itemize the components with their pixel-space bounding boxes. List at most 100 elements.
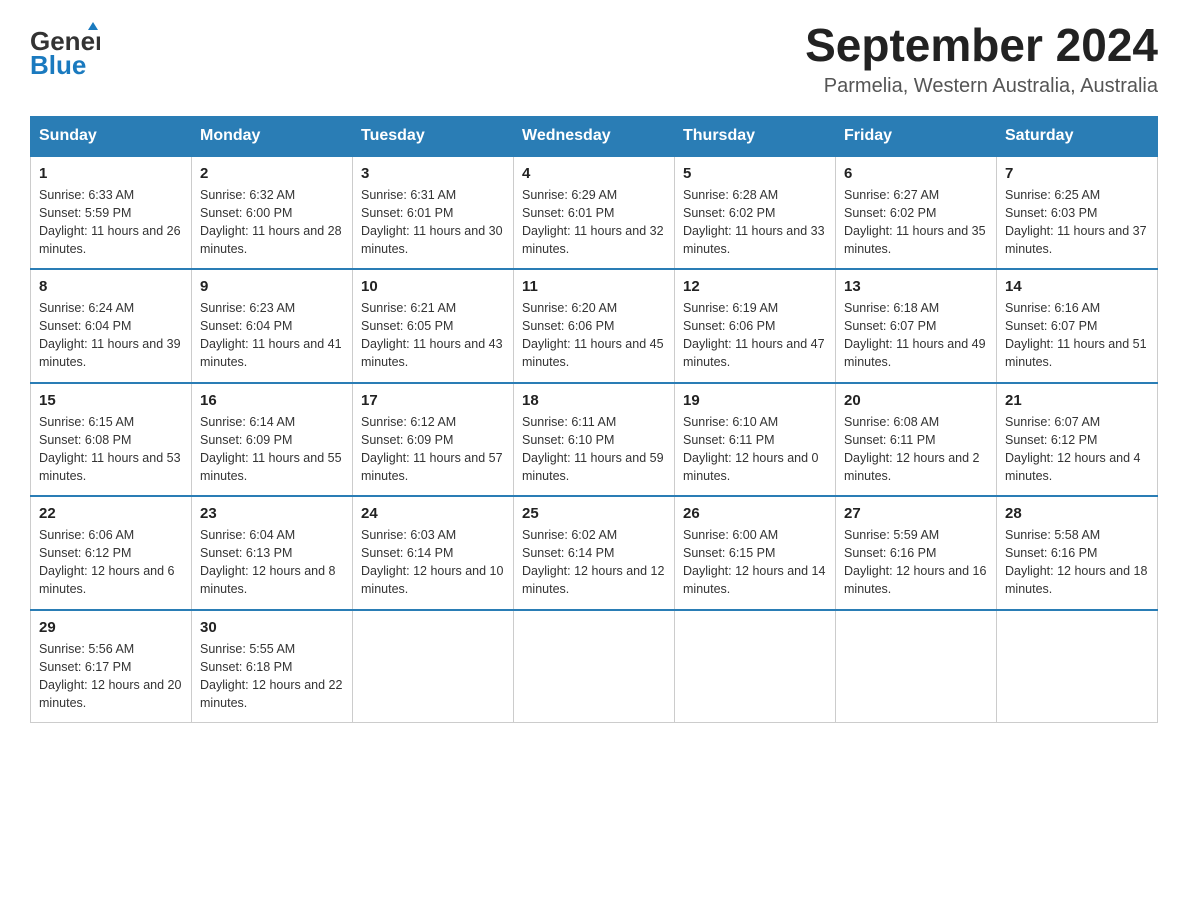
table-cell: 21 Sunrise: 6:07 AMSunset: 6:12 PMDaylig… bbox=[997, 383, 1158, 497]
table-cell: 3 Sunrise: 6:31 AMSunset: 6:01 PMDayligh… bbox=[353, 156, 514, 270]
table-cell: 1 Sunrise: 6:33 AMSunset: 5:59 PMDayligh… bbox=[31, 156, 192, 270]
table-cell: 24 Sunrise: 6:03 AMSunset: 6:14 PMDaylig… bbox=[353, 496, 514, 610]
table-cell: 2 Sunrise: 6:32 AMSunset: 6:00 PMDayligh… bbox=[192, 156, 353, 270]
day-info: Sunrise: 5:56 AMSunset: 6:17 PMDaylight:… bbox=[39, 640, 183, 713]
day-info: Sunrise: 6:31 AMSunset: 6:01 PMDaylight:… bbox=[361, 186, 505, 259]
table-cell bbox=[997, 610, 1158, 723]
table-cell: 10 Sunrise: 6:21 AMSunset: 6:05 PMDaylig… bbox=[353, 269, 514, 383]
day-number: 28 bbox=[1005, 505, 1149, 522]
table-cell: 29 Sunrise: 5:56 AMSunset: 6:17 PMDaylig… bbox=[31, 610, 192, 723]
day-info: Sunrise: 6:00 AMSunset: 6:15 PMDaylight:… bbox=[683, 526, 827, 599]
day-number: 14 bbox=[1005, 278, 1149, 295]
day-info: Sunrise: 6:08 AMSunset: 6:11 PMDaylight:… bbox=[844, 413, 988, 486]
day-info: Sunrise: 6:28 AMSunset: 6:02 PMDaylight:… bbox=[683, 186, 827, 259]
day-number: 3 bbox=[361, 165, 505, 182]
table-cell: 27 Sunrise: 5:59 AMSunset: 6:16 PMDaylig… bbox=[836, 496, 997, 610]
calendar-table: Sunday Monday Tuesday Wednesday Thursday… bbox=[30, 116, 1158, 724]
table-cell bbox=[836, 610, 997, 723]
table-cell: 28 Sunrise: 5:58 AMSunset: 6:16 PMDaylig… bbox=[997, 496, 1158, 610]
day-number: 20 bbox=[844, 392, 988, 409]
day-number: 8 bbox=[39, 278, 183, 295]
day-number: 18 bbox=[522, 392, 666, 409]
day-info: Sunrise: 6:27 AMSunset: 6:02 PMDaylight:… bbox=[844, 186, 988, 259]
day-number: 17 bbox=[361, 392, 505, 409]
day-info: Sunrise: 6:20 AMSunset: 6:06 PMDaylight:… bbox=[522, 299, 666, 372]
calendar-title: September 2024 bbox=[805, 20, 1158, 71]
day-info: Sunrise: 6:12 AMSunset: 6:09 PMDaylight:… bbox=[361, 413, 505, 486]
table-cell: 20 Sunrise: 6:08 AMSunset: 6:11 PMDaylig… bbox=[836, 383, 997, 497]
day-number: 16 bbox=[200, 392, 344, 409]
col-sunday: Sunday bbox=[31, 116, 192, 156]
week-row-1: 1 Sunrise: 6:33 AMSunset: 5:59 PMDayligh… bbox=[31, 156, 1158, 270]
table-cell bbox=[353, 610, 514, 723]
table-cell: 12 Sunrise: 6:19 AMSunset: 6:06 PMDaylig… bbox=[675, 269, 836, 383]
svg-text:Blue: Blue bbox=[30, 50, 86, 80]
table-cell: 25 Sunrise: 6:02 AMSunset: 6:14 PMDaylig… bbox=[514, 496, 675, 610]
table-cell: 16 Sunrise: 6:14 AMSunset: 6:09 PMDaylig… bbox=[192, 383, 353, 497]
day-number: 15 bbox=[39, 392, 183, 409]
col-tuesday: Tuesday bbox=[353, 116, 514, 156]
day-number: 30 bbox=[200, 619, 344, 636]
day-number: 1 bbox=[39, 165, 183, 182]
day-number: 4 bbox=[522, 165, 666, 182]
col-monday: Monday bbox=[192, 116, 353, 156]
day-info: Sunrise: 5:59 AMSunset: 6:16 PMDaylight:… bbox=[844, 526, 988, 599]
table-cell: 8 Sunrise: 6:24 AMSunset: 6:04 PMDayligh… bbox=[31, 269, 192, 383]
day-number: 26 bbox=[683, 505, 827, 522]
table-cell: 6 Sunrise: 6:27 AMSunset: 6:02 PMDayligh… bbox=[836, 156, 997, 270]
table-cell: 22 Sunrise: 6:06 AMSunset: 6:12 PMDaylig… bbox=[31, 496, 192, 610]
logo: General Blue bbox=[30, 20, 100, 80]
day-info: Sunrise: 6:25 AMSunset: 6:03 PMDaylight:… bbox=[1005, 186, 1149, 259]
day-info: Sunrise: 6:24 AMSunset: 6:04 PMDaylight:… bbox=[39, 299, 183, 372]
day-info: Sunrise: 6:16 AMSunset: 6:07 PMDaylight:… bbox=[1005, 299, 1149, 372]
day-number: 7 bbox=[1005, 165, 1149, 182]
day-number: 11 bbox=[522, 278, 666, 295]
day-number: 27 bbox=[844, 505, 988, 522]
title-area: September 2024 Parmelia, Western Austral… bbox=[805, 20, 1158, 98]
table-cell bbox=[514, 610, 675, 723]
table-cell bbox=[675, 610, 836, 723]
week-row-3: 15 Sunrise: 6:15 AMSunset: 6:08 PMDaylig… bbox=[31, 383, 1158, 497]
day-number: 2 bbox=[200, 165, 344, 182]
table-cell: 26 Sunrise: 6:00 AMSunset: 6:15 PMDaylig… bbox=[675, 496, 836, 610]
day-info: Sunrise: 6:14 AMSunset: 6:09 PMDaylight:… bbox=[200, 413, 344, 486]
day-number: 29 bbox=[39, 619, 183, 636]
day-number: 6 bbox=[844, 165, 988, 182]
day-info: Sunrise: 6:21 AMSunset: 6:05 PMDaylight:… bbox=[361, 299, 505, 372]
day-info: Sunrise: 6:03 AMSunset: 6:14 PMDaylight:… bbox=[361, 526, 505, 599]
day-number: 23 bbox=[200, 505, 344, 522]
day-info: Sunrise: 6:04 AMSunset: 6:13 PMDaylight:… bbox=[200, 526, 344, 599]
table-cell: 17 Sunrise: 6:12 AMSunset: 6:09 PMDaylig… bbox=[353, 383, 514, 497]
week-row-5: 29 Sunrise: 5:56 AMSunset: 6:17 PMDaylig… bbox=[31, 610, 1158, 723]
day-number: 25 bbox=[522, 505, 666, 522]
day-info: Sunrise: 6:02 AMSunset: 6:14 PMDaylight:… bbox=[522, 526, 666, 599]
table-cell: 11 Sunrise: 6:20 AMSunset: 6:06 PMDaylig… bbox=[514, 269, 675, 383]
day-info: Sunrise: 6:15 AMSunset: 6:08 PMDaylight:… bbox=[39, 413, 183, 486]
day-info: Sunrise: 6:23 AMSunset: 6:04 PMDaylight:… bbox=[200, 299, 344, 372]
header-row: Sunday Monday Tuesday Wednesday Thursday… bbox=[31, 116, 1158, 156]
day-info: Sunrise: 6:18 AMSunset: 6:07 PMDaylight:… bbox=[844, 299, 988, 372]
logo-icon: General Blue bbox=[30, 20, 100, 80]
day-info: Sunrise: 6:32 AMSunset: 6:00 PMDaylight:… bbox=[200, 186, 344, 259]
table-cell: 19 Sunrise: 6:10 AMSunset: 6:11 PMDaylig… bbox=[675, 383, 836, 497]
day-number: 24 bbox=[361, 505, 505, 522]
table-cell: 23 Sunrise: 6:04 AMSunset: 6:13 PMDaylig… bbox=[192, 496, 353, 610]
day-number: 21 bbox=[1005, 392, 1149, 409]
col-wednesday: Wednesday bbox=[514, 116, 675, 156]
calendar-subtitle: Parmelia, Western Australia, Australia bbox=[805, 75, 1158, 98]
col-saturday: Saturday bbox=[997, 116, 1158, 156]
table-cell: 15 Sunrise: 6:15 AMSunset: 6:08 PMDaylig… bbox=[31, 383, 192, 497]
table-cell: 18 Sunrise: 6:11 AMSunset: 6:10 PMDaylig… bbox=[514, 383, 675, 497]
day-number: 5 bbox=[683, 165, 827, 182]
day-info: Sunrise: 6:33 AMSunset: 5:59 PMDaylight:… bbox=[39, 186, 183, 259]
day-number: 9 bbox=[200, 278, 344, 295]
table-cell: 7 Sunrise: 6:25 AMSunset: 6:03 PMDayligh… bbox=[997, 156, 1158, 270]
table-cell: 13 Sunrise: 6:18 AMSunset: 6:07 PMDaylig… bbox=[836, 269, 997, 383]
day-number: 12 bbox=[683, 278, 827, 295]
day-number: 19 bbox=[683, 392, 827, 409]
table-cell: 5 Sunrise: 6:28 AMSunset: 6:02 PMDayligh… bbox=[675, 156, 836, 270]
day-number: 10 bbox=[361, 278, 505, 295]
day-info: Sunrise: 5:55 AMSunset: 6:18 PMDaylight:… bbox=[200, 640, 344, 713]
day-info: Sunrise: 6:10 AMSunset: 6:11 PMDaylight:… bbox=[683, 413, 827, 486]
day-number: 13 bbox=[844, 278, 988, 295]
